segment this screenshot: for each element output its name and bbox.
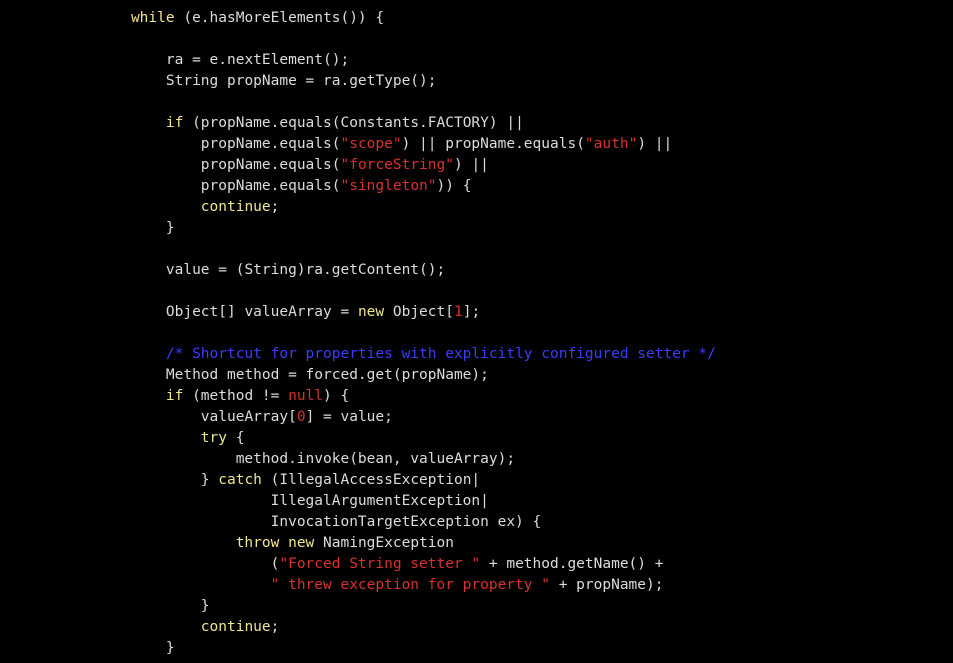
- code-line: if (method != null) {: [0, 388, 349, 404]
- code-line: try {: [0, 430, 244, 446]
- code-line: String propName = ra.getType();: [0, 73, 437, 89]
- code-line: }: [0, 220, 175, 236]
- code-line: }: [0, 598, 210, 614]
- string-literal: "auth": [585, 136, 637, 152]
- code-line: " threw exception for property " + propN…: [0, 577, 663, 593]
- code-line: propName.equals("scope") || propName.equ…: [0, 136, 672, 152]
- code-line: }: [0, 640, 175, 656]
- code-line: IllegalArgumentException|: [0, 493, 489, 509]
- number-literal: 0: [297, 409, 306, 425]
- null-literal: null: [288, 388, 323, 404]
- keyword-continue: continue: [201, 619, 271, 635]
- number-literal: 1: [454, 304, 463, 320]
- keyword-if: if: [166, 388, 183, 404]
- code-line: valueArray[0] = value;: [0, 409, 393, 425]
- code-line: ("Forced String setter " + method.getNam…: [0, 556, 663, 572]
- code-line: continue;: [0, 199, 279, 215]
- code-line: Method method = forced.get(propName);: [0, 367, 489, 383]
- code-line: continue;: [0, 619, 279, 635]
- keyword-continue: continue: [201, 199, 271, 215]
- code-line: method.invoke(bean, valueArray);: [0, 451, 515, 467]
- string-literal: "singleton": [340, 178, 436, 194]
- code-line: propName.equals("forceString") ||: [0, 157, 489, 173]
- string-literal: " threw exception for property ": [271, 577, 550, 593]
- code-line: value = (String)ra.getContent();: [0, 262, 445, 278]
- keyword-try: try: [201, 430, 227, 446]
- code-line: InvocationTargetException ex) {: [0, 514, 541, 530]
- keyword-new: new: [288, 535, 314, 551]
- keyword-catch: catch: [218, 472, 262, 488]
- keyword-if: if: [166, 115, 183, 131]
- code-line: propName.equals("singleton")) {: [0, 178, 471, 194]
- string-literal: "forceString": [340, 157, 454, 173]
- keyword-while: while: [131, 10, 175, 26]
- code-line: Object[] valueArray = new Object[1];: [0, 304, 480, 320]
- keyword-new: new: [358, 304, 384, 320]
- code-line: throw new NamingException: [0, 535, 454, 551]
- string-literal: "Forced String setter ": [279, 556, 480, 572]
- code-line: if (propName.equals(Constants.FACTORY) |…: [0, 115, 524, 131]
- code-line: } catch (IllegalAccessException|: [0, 472, 480, 488]
- code-line: while (e.hasMoreElements()) {: [0, 10, 384, 26]
- code-line: /* Shortcut for properties with explicit…: [0, 346, 716, 362]
- string-literal: "scope": [340, 136, 401, 152]
- code-block: while (e.hasMoreElements()) { ra = e.nex…: [0, 0, 953, 659]
- code-line: ra = e.nextElement();: [0, 52, 349, 68]
- comment: /* Shortcut for properties with explicit…: [166, 346, 716, 362]
- keyword-throw: throw: [236, 535, 280, 551]
